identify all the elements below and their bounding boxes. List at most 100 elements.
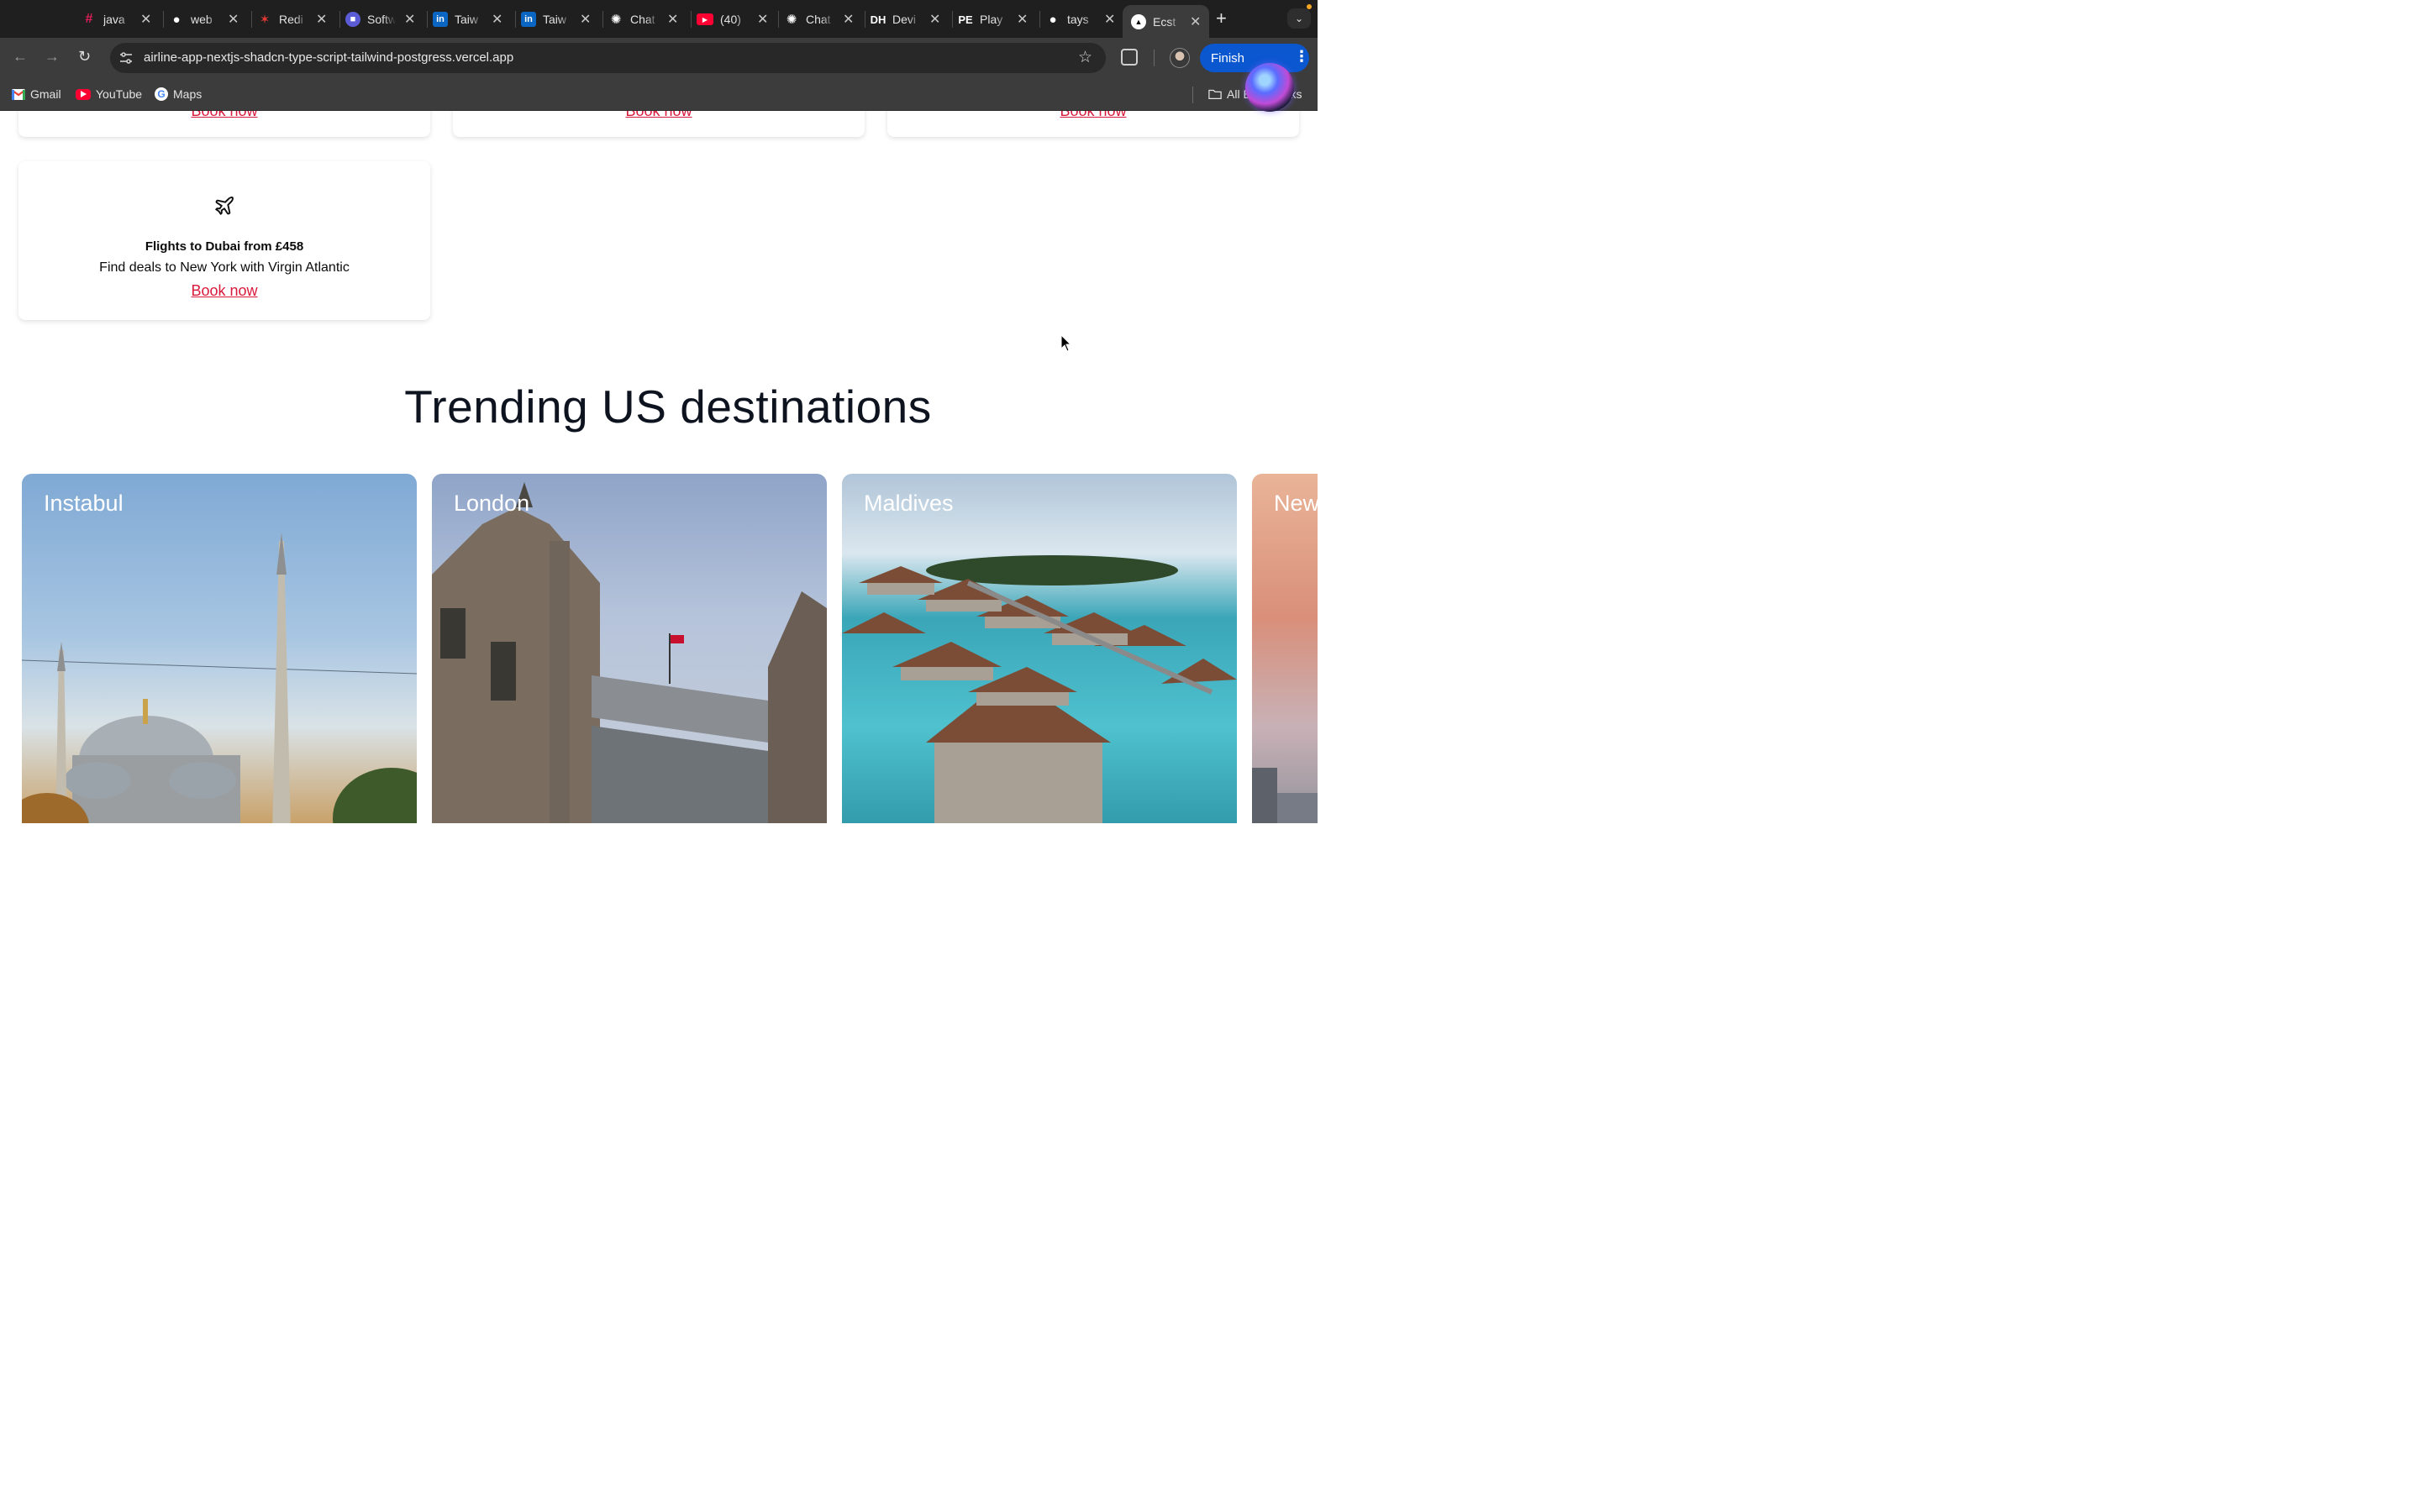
- close-tab-icon[interactable]: ✕: [1017, 11, 1028, 28]
- deal-card: Book now: [18, 111, 430, 137]
- close-tab-icon[interactable]: ✕: [316, 11, 327, 28]
- mouse-cursor-icon: [1060, 334, 1072, 352]
- close-tab-icon[interactable]: ✕: [580, 11, 591, 28]
- tab-title: Redi: [279, 13, 303, 26]
- close-tab-icon[interactable]: ✕: [667, 11, 678, 28]
- playground-icon: PE: [958, 13, 973, 26]
- toolbar-divider: [1154, 50, 1155, 66]
- chatgpt-icon: ✺: [610, 13, 622, 27]
- slack-icon: #: [85, 12, 93, 26]
- tab-title: Taiw: [543, 13, 567, 26]
- github-icon: ●: [1049, 12, 1057, 27]
- youtube-icon: [76, 88, 91, 100]
- tab-title: java: [103, 13, 125, 26]
- devhunt-icon: DH: [870, 13, 886, 26]
- tab-separator: [427, 11, 428, 28]
- bookmark-gmail[interactable]: Gmail: [12, 87, 61, 101]
- url-text: airline-app-nextjs-shadcn-type-script-ta…: [144, 50, 514, 65]
- close-tab-icon[interactable]: ✕: [228, 11, 239, 28]
- tab-title: Chat: [630, 13, 655, 26]
- browser-tab[interactable]: ▶ (40) ✕: [697, 7, 768, 32]
- close-tab-icon[interactable]: ✕: [1104, 11, 1115, 28]
- tab-strip: # java ✕ ● web ✕ ✶ Redi ✕ ■ Softw ✕ in Taiw ✕ in Taiw ✕ ✺ C…: [0, 0, 1318, 38]
- browser-tab[interactable]: ▲ Ecst ✕: [1123, 5, 1210, 38]
- address-bar[interactable]: airline-app-nextjs-shadcn-type-script-ta…: [110, 43, 1106, 73]
- bookmark-maps[interactable]: G Maps: [155, 87, 202, 101]
- tab-title: web: [191, 13, 213, 26]
- tab-title: Ecst: [1153, 14, 1176, 29]
- bookmark-label: Maps: [173, 87, 203, 101]
- google-icon: G: [155, 87, 168, 101]
- tab-title: Devi: [892, 13, 917, 26]
- browser-tab[interactable]: ● web ✕: [169, 7, 239, 32]
- trending-heading: Trending US destinations: [404, 381, 932, 433]
- browser-tab[interactable]: ● tays ✕: [1045, 7, 1115, 32]
- browser-tab[interactable]: PE Play ✕: [958, 7, 1028, 32]
- bookmark-star-icon[interactable]: ☆: [1078, 48, 1092, 67]
- book-now-link[interactable]: Book now: [18, 111, 430, 120]
- back-button[interactable]: ←: [13, 48, 28, 66]
- maldives-image: [842, 555, 1237, 823]
- close-tab-icon[interactable]: ✕: [492, 11, 502, 28]
- browser-tab[interactable]: DH Devi ✕: [870, 7, 941, 32]
- destination-card-new-york[interactable]: New: [1252, 474, 1318, 823]
- plane-icon: [215, 197, 234, 215]
- siri-orb-icon: [1245, 63, 1294, 112]
- tab-title: Chat: [806, 13, 831, 26]
- profile-avatar[interactable]: [1170, 48, 1190, 68]
- browser-toolbar: ← → ↻ airline-app-nextjs-shadcn-type-scr…: [0, 38, 1318, 112]
- book-now-link[interactable]: Book now: [887, 111, 1299, 120]
- destination-card-istanbul[interactable]: Instabul: [22, 474, 417, 823]
- folder-icon: [1208, 87, 1222, 101]
- destination-name: Maldives: [864, 491, 954, 516]
- app-icon: ■: [345, 12, 360, 27]
- tab-separator: [952, 11, 953, 28]
- tab-separator: [163, 11, 164, 28]
- close-tab-icon[interactable]: ✕: [404, 11, 415, 28]
- istanbul-image: [22, 533, 417, 823]
- destination-name: Instabul: [44, 491, 124, 516]
- destination-card-london[interactable]: London: [432, 474, 827, 823]
- browser-tab[interactable]: in Taiw ✕: [521, 7, 591, 32]
- browser-tab[interactable]: in Taiw ✕: [433, 7, 502, 32]
- browser-tab[interactable]: ✺ Chat ✕: [784, 7, 855, 32]
- linkedin-icon: in: [521, 12, 536, 27]
- tab-separator: [602, 11, 603, 28]
- deal-card-dubai: Flights to Dubai from £458 Find deals to…: [18, 161, 430, 320]
- vercel-icon: ▲: [1131, 13, 1146, 29]
- linkedin-icon: in: [433, 12, 448, 27]
- tab-title: Play: [980, 13, 1003, 26]
- close-tab-icon[interactable]: ✕: [929, 11, 940, 28]
- browser-tab[interactable]: # java ✕: [82, 7, 152, 32]
- deal-subtitle: Find deals to New York with Virgin Atlan…: [99, 260, 350, 275]
- close-tab-icon[interactable]: ✕: [757, 11, 768, 28]
- reload-button[interactable]: ↻: [78, 48, 91, 66]
- bookmark-label: Gmail: [30, 87, 61, 101]
- tab-separator: [691, 11, 692, 28]
- close-tab-icon[interactable]: ✕: [140, 11, 151, 28]
- site-info-icon[interactable]: [118, 50, 134, 66]
- bookmark-youtube[interactable]: YouTube: [76, 87, 142, 101]
- browser-tab[interactable]: ✶ Redi ✕: [257, 7, 328, 32]
- book-now-link[interactable]: Book now: [191, 282, 257, 300]
- browser-tab[interactable]: ■ Softw ✕: [345, 7, 415, 32]
- tab-title: tays: [1067, 13, 1089, 26]
- tab-separator: [1039, 11, 1040, 28]
- tab-search-button[interactable]: ⌄: [1287, 8, 1311, 29]
- browser-menu-icon[interactable]: ⋮: [1294, 48, 1309, 66]
- forward-button[interactable]: →: [45, 48, 60, 66]
- extensions-icon[interactable]: [1121, 49, 1138, 66]
- youtube-icon: ▶: [697, 13, 713, 25]
- close-tab-icon[interactable]: ✕: [1190, 13, 1201, 30]
- destination-card-maldives[interactable]: Maldives: [842, 474, 1237, 823]
- tab-separator: [251, 11, 252, 28]
- tab-title: Taiw: [455, 13, 479, 26]
- close-tab-icon[interactable]: ✕: [843, 11, 854, 28]
- page-content: Book now Book now Book now Flights to Du…: [0, 111, 1318, 823]
- notification-dot: [1307, 4, 1312, 9]
- book-now-link[interactable]: Book now: [453, 111, 865, 120]
- deal-title: Flights to Dubai from £458: [145, 239, 304, 254]
- browser-tab[interactable]: ✺ Chat ✕: [608, 7, 679, 32]
- redis-icon: ✶: [259, 13, 271, 27]
- new-tab-button[interactable]: +: [1216, 8, 1227, 29]
